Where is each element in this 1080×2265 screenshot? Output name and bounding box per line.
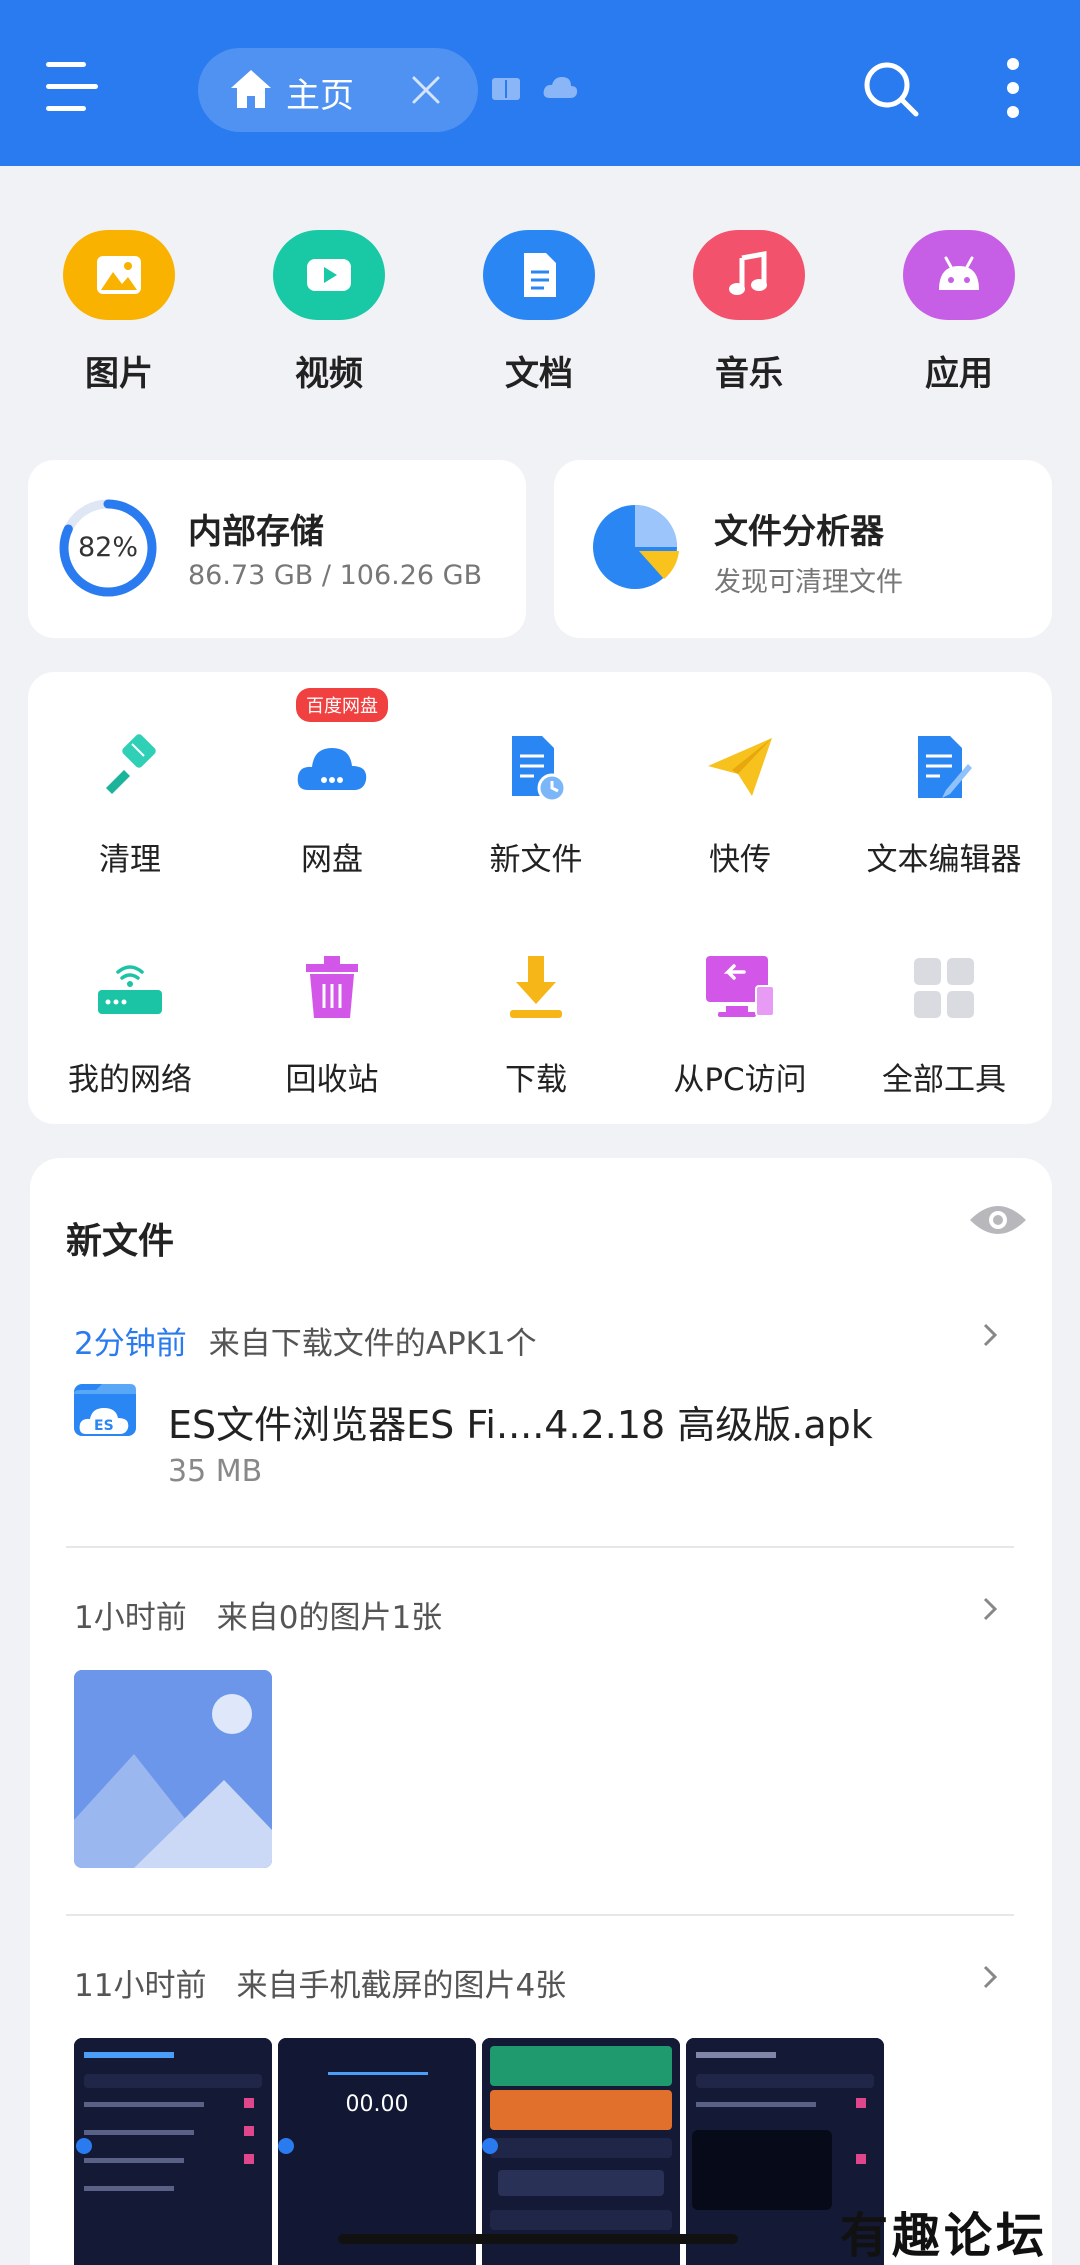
category-images[interactable]: 图片 xyxy=(54,230,184,395)
tools-panel: 清理 网盘 百度网盘 新文件 快传 文本编辑器 我的网络 回收站 下载 从PC访… xyxy=(28,672,1052,1124)
recent-group-header[interactable]: 2分钟前 来自下载文件的APK1个 xyxy=(74,1318,537,1363)
screenshot-preview xyxy=(482,2038,680,2265)
tool-label: 从PC访问 xyxy=(673,1062,807,1098)
recent-file-name[interactable]: ES文件浏览器ES Fi....4.2.18 高级版.apk xyxy=(168,1394,873,1449)
tool-label: 新文件 xyxy=(489,842,583,878)
download-icon xyxy=(498,950,574,1026)
book-tab-icon[interactable] xyxy=(490,76,522,102)
router-icon xyxy=(92,950,168,1026)
text-editor-icon xyxy=(906,730,982,806)
recent-group-time: 2分钟前 xyxy=(74,1326,187,1362)
category-music[interactable]: 音乐 xyxy=(684,230,814,395)
storage-percent: 82% xyxy=(77,532,138,563)
tool-text-editor[interactable]: 文本编辑器 xyxy=(844,730,1044,879)
tool-label: 网盘 xyxy=(301,842,363,878)
screenshot-preview xyxy=(74,2038,272,2265)
tool-pc-access[interactable]: 从PC访问 xyxy=(640,950,840,1099)
chevron-right-icon[interactable] xyxy=(980,1320,1000,1350)
category-videos[interactable]: 视频 xyxy=(264,230,394,395)
chevron-right-icon[interactable] xyxy=(980,1962,1000,1992)
tool-recycle-bin[interactable]: 回收站 xyxy=(232,950,432,1099)
recent-group-time: 11小时前 xyxy=(74,1968,207,2004)
new-file-icon xyxy=(498,730,574,806)
search-icon[interactable] xyxy=(862,60,920,118)
image-placeholder-icon xyxy=(74,1670,272,1868)
paper-plane-icon xyxy=(702,730,778,806)
screenshot-thumbnail[interactable] xyxy=(74,2038,272,2265)
recent-files-panel: 新文件 2分钟前 来自下载文件的APK1个 ES ES文件浏览器ES Fi....… xyxy=(30,1158,1052,2265)
tool-label: 快传 xyxy=(709,842,771,878)
document-icon xyxy=(483,230,595,320)
divider xyxy=(66,1914,1014,1916)
file-analyzer-card[interactable]: 文件分析器 发现可清理文件 xyxy=(554,460,1052,638)
tab-home[interactable]: 主页 xyxy=(198,48,478,132)
home-indicator[interactable] xyxy=(338,2234,738,2244)
tool-clean[interactable]: 清理 xyxy=(30,730,230,879)
close-icon[interactable] xyxy=(410,74,442,106)
svg-text:ES: ES xyxy=(94,1418,114,1434)
tool-quick-send[interactable]: 快传 xyxy=(640,730,840,879)
storage-title: 内部存储 xyxy=(188,512,324,552)
screenshot-thumbnail[interactable] xyxy=(482,2038,680,2265)
tool-label: 我的网络 xyxy=(68,1062,192,1098)
eye-icon[interactable] xyxy=(968,1198,1028,1242)
brush-icon xyxy=(92,730,168,806)
tool-cloud-drive[interactable]: 网盘 xyxy=(232,730,432,879)
category-label: 应用 xyxy=(925,354,993,394)
es-file-explorer-icon: ES xyxy=(74,1384,136,1436)
tool-new-files[interactable]: 新文件 xyxy=(436,730,636,879)
category-label: 文档 xyxy=(505,354,573,394)
image-thumbnail[interactable] xyxy=(74,1670,272,1868)
screenshot-thumbnail[interactable]: 00.00 xyxy=(278,2038,476,2265)
tool-label: 清理 xyxy=(99,842,161,878)
baidu-badge: 百度网盘 xyxy=(296,688,388,722)
screenshot-preview xyxy=(278,2038,476,2265)
recent-group-time: 1小时前 xyxy=(74,1600,187,1636)
recent-group-header[interactable]: 1小时前 来自0的图片1张 xyxy=(74,1592,442,1637)
category-apps[interactable]: 应用 xyxy=(894,230,1024,395)
recent-group-desc: 来自手机截屏的图片4张 xyxy=(236,1968,567,2004)
tool-label: 文本编辑器 xyxy=(866,842,1022,878)
top-app-bar: 主页 xyxy=(0,0,1080,166)
recent-group-desc: 来自下载文件的APK1个 xyxy=(208,1326,537,1362)
category-label: 图片 xyxy=(85,354,153,394)
cloud-drive-icon xyxy=(294,730,370,806)
recent-group-desc: 来自0的图片1张 xyxy=(216,1600,443,1636)
tool-label: 全部工具 xyxy=(882,1062,1006,1098)
internal-storage-card[interactable]: 82% 内部存储 86.73 GB / 106.26 GB xyxy=(28,460,526,638)
trash-icon xyxy=(294,950,370,1026)
music-icon xyxy=(693,230,805,320)
category-documents[interactable]: 文档 xyxy=(474,230,604,395)
menu-icon[interactable] xyxy=(46,62,106,114)
pc-access-icon xyxy=(702,950,778,1026)
tab-home-label: 主页 xyxy=(286,76,354,116)
category-label: 视频 xyxy=(295,354,363,394)
tool-label: 下载 xyxy=(505,1062,567,1098)
analyzer-title: 文件分析器 xyxy=(714,512,884,552)
chevron-right-icon[interactable] xyxy=(980,1594,1000,1624)
cloud-tab-icon[interactable] xyxy=(542,74,578,102)
category-label: 音乐 xyxy=(715,354,783,394)
home-icon xyxy=(231,70,271,108)
recent-files-title: 新文件 xyxy=(66,1221,175,1262)
screenshot-timer-text: 00.00 xyxy=(345,2092,409,2117)
more-options-icon[interactable] xyxy=(1000,58,1026,120)
tool-label: 回收站 xyxy=(285,1062,379,1098)
recent-group-header[interactable]: 11小时前 来自手机截屏的图片4张 xyxy=(74,1960,566,2005)
android-icon xyxy=(903,230,1015,320)
tool-my-network[interactable]: 我的网络 xyxy=(30,950,230,1099)
storage-usage: 86.73 GB / 106.26 GB xyxy=(188,560,483,591)
tool-all-tools[interactable]: 全部工具 xyxy=(844,950,1044,1099)
recent-file-size: 35 MB xyxy=(168,1454,263,1489)
image-icon xyxy=(63,230,175,320)
pie-chart-icon xyxy=(593,505,679,589)
divider xyxy=(66,1546,1014,1548)
video-icon xyxy=(273,230,385,320)
watermark: 有趣论坛 xyxy=(840,2208,1049,2264)
tool-download[interactable]: 下载 xyxy=(436,950,636,1099)
analyzer-subtitle: 发现可清理文件 xyxy=(714,567,903,598)
all-tools-icon xyxy=(906,950,982,1026)
